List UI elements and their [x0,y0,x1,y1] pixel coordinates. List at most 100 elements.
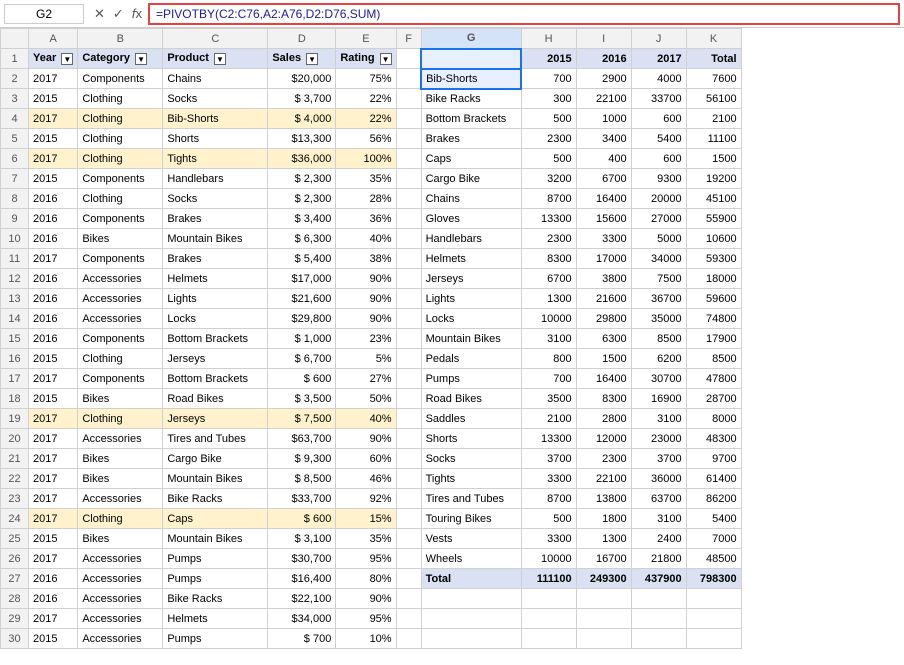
cell-d23[interactable]: $33,700 [268,489,336,509]
cell-g26[interactable]: Wheels [421,549,521,569]
cell-e30[interactable]: 10% [336,629,396,649]
cell-c12[interactable]: Helmets [163,269,268,289]
cell-e20[interactable]: 90% [336,429,396,449]
cell-e6[interactable]: 100% [336,149,396,169]
cell-d10[interactable]: $ 6,300 [268,229,336,249]
cell-a8[interactable]: 2016 [29,189,78,209]
cell-g28[interactable] [421,589,521,609]
cell-e7[interactable]: 35% [336,169,396,189]
cell-b8[interactable]: Clothing [78,189,163,209]
cell-d22[interactable]: $ 8,500 [268,469,336,489]
cell-a22[interactable]: 2017 [29,469,78,489]
col-header-a[interactable]: A [29,29,78,49]
cell-g6[interactable]: Caps [421,149,521,169]
col-header-j[interactable]: J [631,29,686,49]
cell-d12[interactable]: $17,000 [268,269,336,289]
col-header-g[interactable]: G [421,29,521,49]
cell-d28[interactable]: $22,100 [268,589,336,609]
cell-g2[interactable]: Bib-Shorts [421,69,521,89]
cell-c2[interactable]: Chains [163,69,268,89]
cell-g27[interactable]: Total [421,569,521,589]
cell-g21[interactable]: Socks [421,449,521,469]
cell-e10[interactable]: 40% [336,229,396,249]
col-header-i[interactable]: I [576,29,631,49]
cell-b2[interactable]: Components [78,69,163,89]
cell-d11[interactable]: $ 5,400 [268,249,336,269]
header-product[interactable]: Product ▼ [163,49,268,69]
cell-b13[interactable]: Accessories [78,289,163,309]
cell-d16[interactable]: $ 6,700 [268,349,336,369]
cell-e14[interactable]: 90% [336,309,396,329]
cell-d6[interactable]: $36,000 [268,149,336,169]
year-filter-icon[interactable]: ▼ [61,53,73,65]
cell-a21[interactable]: 2017 [29,449,78,469]
cell-a26[interactable]: 2017 [29,549,78,569]
cell-c4[interactable]: Bib-Shorts [163,109,268,129]
cell-c25[interactable]: Mountain Bikes [163,529,268,549]
cell-e4[interactable]: 22% [336,109,396,129]
cell-g14[interactable]: Locks [421,309,521,329]
cell-d13[interactable]: $21,600 [268,289,336,309]
cell-a15[interactable]: 2016 [29,329,78,349]
cell-a30[interactable]: 2015 [29,629,78,649]
header-year[interactable]: Year ▼ [29,49,78,69]
category-filter-icon[interactable]: ▼ [135,53,147,65]
cell-c24[interactable]: Caps [163,509,268,529]
col-header-b[interactable]: B [78,29,163,49]
cell-e22[interactable]: 46% [336,469,396,489]
cell-e5[interactable]: 56% [336,129,396,149]
cell-c9[interactable]: Brakes [163,209,268,229]
cell-g20[interactable]: Shorts [421,429,521,449]
cell-g18[interactable]: Road Bikes [421,389,521,409]
function-icon[interactable]: fx [130,6,144,21]
cell-c3[interactable]: Socks [163,89,268,109]
cell-e2[interactable]: 75% [336,69,396,89]
cell-d15[interactable]: $ 1,000 [268,329,336,349]
cell-b26[interactable]: Accessories [78,549,163,569]
cell-d29[interactable]: $34,000 [268,609,336,629]
col-header-c[interactable]: C [163,29,268,49]
cell-c20[interactable]: Tires and Tubes [163,429,268,449]
cell-a5[interactable]: 2015 [29,129,78,149]
cell-g23[interactable]: Tires and Tubes [421,489,521,509]
cell-c15[interactable]: Bottom Brackets [163,329,268,349]
cell-a10[interactable]: 2016 [29,229,78,249]
cell-b18[interactable]: Bikes [78,389,163,409]
sales-filter-icon[interactable]: ▼ [306,53,318,65]
cell-a7[interactable]: 2015 [29,169,78,189]
header-category[interactable]: Category ▼ [78,49,163,69]
cell-d30[interactable]: $ 700 [268,629,336,649]
cell-c16[interactable]: Jerseys [163,349,268,369]
cell-b5[interactable]: Clothing [78,129,163,149]
cell-g10[interactable]: Handlebars [421,229,521,249]
cell-d5[interactable]: $13,300 [268,129,336,149]
cell-e8[interactable]: 28% [336,189,396,209]
cell-e29[interactable]: 95% [336,609,396,629]
cell-a3[interactable]: 2015 [29,89,78,109]
cell-b29[interactable]: Accessories [78,609,163,629]
cell-d14[interactable]: $29,800 [268,309,336,329]
cell-a6[interactable]: 2017 [29,149,78,169]
cell-d26[interactable]: $30,700 [268,549,336,569]
cell-a16[interactable]: 2015 [29,349,78,369]
cell-b27[interactable]: Accessories [78,569,163,589]
cell-b10[interactable]: Bikes [78,229,163,249]
cell-b12[interactable]: Accessories [78,269,163,289]
cell-c6[interactable]: Tights [163,149,268,169]
cell-g4[interactable]: Bottom Brackets [421,109,521,129]
cell-c28[interactable]: Bike Racks [163,589,268,609]
cell-b4[interactable]: Clothing [78,109,163,129]
cell-e18[interactable]: 50% [336,389,396,409]
col-header-e[interactable]: E [336,29,396,49]
cell-g5[interactable]: Brakes [421,129,521,149]
cell-a29[interactable]: 2017 [29,609,78,629]
cell-e27[interactable]: 80% [336,569,396,589]
cell-g12[interactable]: Jerseys [421,269,521,289]
cell-a9[interactable]: 2016 [29,209,78,229]
cell-c21[interactable]: Cargo Bike [163,449,268,469]
cell-c11[interactable]: Brakes [163,249,268,269]
cell-e3[interactable]: 22% [336,89,396,109]
cell-g9[interactable]: Gloves [421,209,521,229]
rating-filter-icon[interactable]: ▼ [380,53,392,65]
cell-b21[interactable]: Bikes [78,449,163,469]
